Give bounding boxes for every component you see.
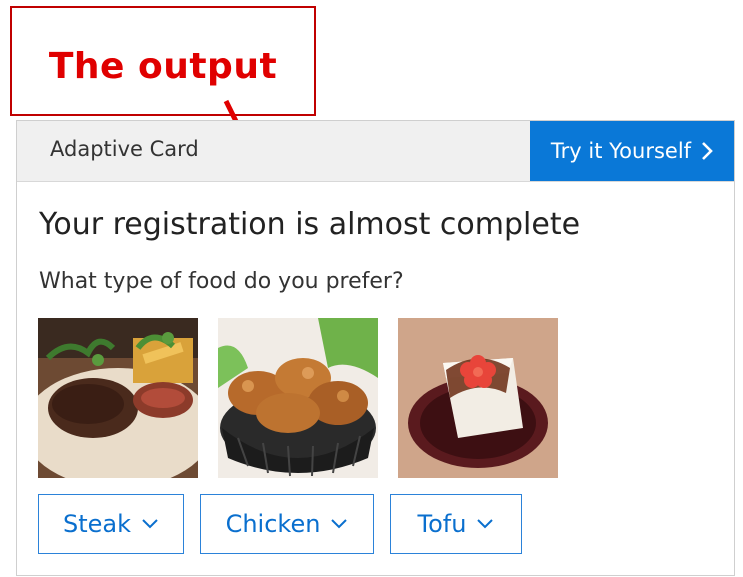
tofu-image[interactable]: [398, 318, 558, 478]
tofu-choice-dropdown[interactable]: Tofu: [390, 494, 522, 554]
card-question: What type of food do you prefer?: [39, 269, 404, 294]
chevron-right-icon: [702, 142, 713, 160]
chevron-down-icon: [477, 519, 494, 529]
chicken-choice-label: Chicken: [225, 510, 321, 538]
chicken-choice-dropdown[interactable]: Chicken: [200, 494, 374, 554]
adaptive-card-frame: Adaptive Card Try it Yourself Your regis…: [16, 120, 735, 576]
try-button-label: Try it Yourself: [550, 139, 692, 163]
callout-label: The output: [48, 46, 278, 87]
tofu-choice-label: Tofu: [417, 510, 467, 538]
steak-illustration: [38, 318, 198, 478]
header-title: Adaptive Card: [50, 137, 199, 161]
annotation-callout: The output: [10, 6, 316, 116]
try-it-yourself-button[interactable]: Try it Yourself: [530, 121, 734, 181]
steak-image[interactable]: [38, 318, 198, 478]
tofu-illustration: [398, 318, 558, 478]
chicken-image[interactable]: [218, 318, 378, 478]
chevron-down-icon: [331, 519, 348, 529]
card-title: Your registration is almost complete: [39, 207, 581, 242]
card-header: Adaptive Card Try it Yourself: [17, 121, 734, 182]
chicken-illustration: [218, 318, 378, 478]
chevron-down-icon: [142, 519, 158, 529]
steak-choice-dropdown[interactable]: Steak: [38, 494, 184, 554]
steak-choice-label: Steak: [62, 510, 131, 538]
